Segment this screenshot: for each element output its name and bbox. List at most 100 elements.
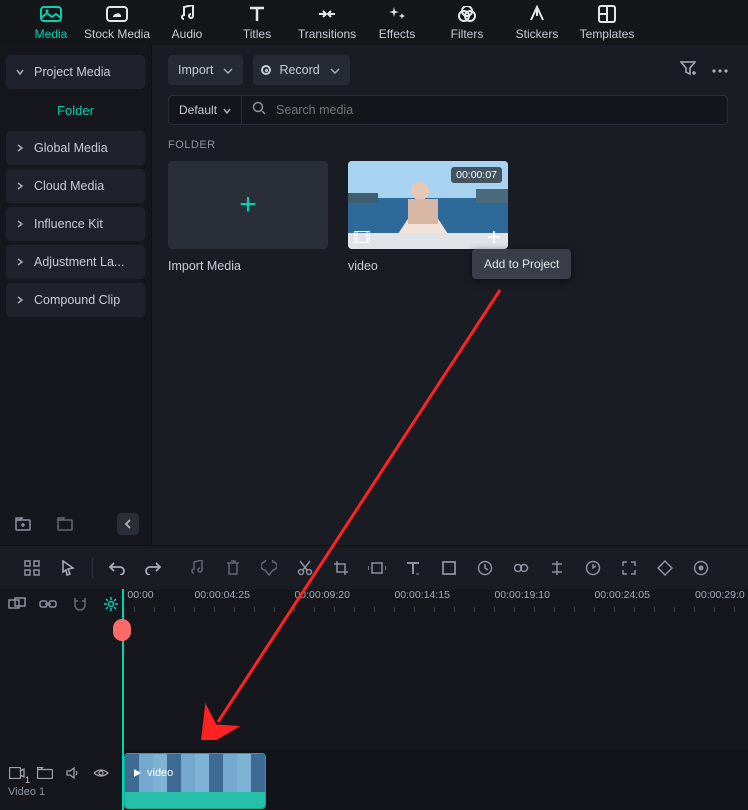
history-icon-button[interactable]: [467, 550, 503, 586]
nav-media[interactable]: Media: [20, 2, 82, 45]
sidebar-item-adjustment-layer[interactable]: Adjustment La...: [6, 245, 145, 279]
text-icon: [248, 5, 266, 23]
snap-icon-button[interactable]: [14, 550, 50, 586]
sidebar-item-project-media[interactable]: Project Media: [6, 55, 145, 89]
tooltip-add-to-project: Add to Project: [472, 249, 571, 279]
collapse-sidebar-button[interactable]: [117, 513, 139, 535]
sidebar-item-label: Adjustment La...: [34, 255, 124, 269]
record-label: Record: [279, 63, 319, 77]
sidebar-item-global-media[interactable]: Global Media: [6, 131, 145, 165]
nav-transitions[interactable]: Transitions: [292, 2, 362, 45]
more-icon-button[interactable]: [712, 60, 728, 81]
ripple-icon-button[interactable]: [359, 550, 395, 586]
cut-icon-button[interactable]: [287, 550, 323, 586]
play-icon: [131, 767, 143, 779]
caret-right-icon: [16, 296, 24, 304]
layout-icon: [598, 5, 616, 23]
filter-icon-button[interactable]: [680, 60, 696, 81]
nav-transitions-label: Transitions: [298, 27, 356, 41]
ruler-tick: 00:00:09:20: [294, 589, 349, 601]
sidebar: Project Media Folder Global Media Cloud …: [0, 45, 152, 545]
nav-stickers[interactable]: Stickers: [502, 2, 572, 45]
import-button[interactable]: Import: [168, 55, 243, 85]
nav-stock-media[interactable]: Stock Media: [82, 2, 152, 45]
pointer-icon-button[interactable]: [50, 550, 86, 586]
timeline-head: 1 Video 1: [0, 589, 122, 810]
video-thumb[interactable]: 00:00:07: [348, 161, 508, 249]
timeline-ruler[interactable]: 00:00 00:00:04:25 00:00:09:20 00:00:14:1…: [122, 589, 748, 619]
plus-icon: +: [239, 188, 257, 222]
nav-templates-label: Templates: [580, 27, 635, 41]
sidebar-item-folder[interactable]: Folder: [6, 93, 145, 127]
chevron-down-icon: [223, 103, 231, 117]
caret-right-icon: [16, 258, 24, 266]
undo-icon-button[interactable]: [99, 550, 135, 586]
redo-icon-button[interactable]: [135, 550, 171, 586]
record-button[interactable]: Record: [253, 55, 349, 85]
media-icon: [40, 5, 62, 23]
link-icon-button[interactable]: [503, 550, 539, 586]
ruler-tick: 00:00:19:10: [494, 589, 549, 601]
nav-audio-label: Audio: [172, 27, 203, 41]
track-head-video-1: 1 Video 1: [0, 760, 122, 810]
add-to-project-button[interactable]: [484, 229, 504, 245]
eye-icon[interactable]: [92, 764, 110, 782]
ruler-tick: 00:00:14:15: [394, 589, 449, 601]
frame-icon-button[interactable]: [431, 550, 467, 586]
search-icon: [252, 101, 266, 120]
timeline-body[interactable]: 00:00 00:00:04:25 00:00:09:20 00:00:14:1…: [122, 589, 748, 810]
track-name-label: Video 1: [8, 786, 45, 798]
delete-icon-button[interactable]: [215, 550, 251, 586]
import-media-thumb[interactable]: +: [168, 161, 328, 249]
track-number-badge: 1: [25, 775, 30, 785]
music-marker-icon-button[interactable]: [179, 550, 215, 586]
timeline-toolbar: [0, 545, 748, 589]
nav-titles-label: Titles: [243, 27, 271, 41]
content-panel: Import Record Default FOLDER: [152, 45, 748, 545]
sidebar-item-influence-kit[interactable]: Influence Kit: [6, 207, 145, 241]
tl-track-overlap-icon[interactable]: [6, 592, 28, 616]
text-icon-button[interactable]: [395, 550, 431, 586]
folder-heading: FOLDER: [168, 139, 728, 151]
speed-icon-button[interactable]: [575, 550, 611, 586]
folder-icon-button[interactable]: [54, 513, 76, 535]
transitions-icon: [317, 5, 337, 23]
import-media-card[interactable]: + Import Media: [168, 161, 328, 273]
sidebar-item-label: Folder: [57, 103, 94, 118]
sidebar-item-cloud-media[interactable]: Cloud Media: [6, 169, 145, 203]
sidebar-item-label: Cloud Media: [34, 179, 104, 193]
camera-icon[interactable]: 1: [8, 764, 26, 782]
sidebar-item-compound-clip[interactable]: Compound Clip: [6, 283, 145, 317]
marker-icon-button[interactable]: [251, 550, 287, 586]
timeline[interactable]: 1 Video 1 00:00 00:00:04:25 00:00:09:20 …: [0, 589, 748, 810]
caret-right-icon: [16, 220, 24, 228]
crop-icon-button[interactable]: [323, 550, 359, 586]
record-tl-icon-button[interactable]: [683, 550, 719, 586]
nav-audio[interactable]: Audio: [152, 2, 222, 45]
top-nav: Media Stock Media Audio Titles Transitio…: [0, 0, 748, 45]
sort-dropdown[interactable]: Default: [168, 95, 241, 125]
nav-templates[interactable]: Templates: [572, 2, 642, 45]
pen-icon: [528, 5, 546, 23]
search-input[interactable]: [276, 103, 717, 117]
new-folder-icon-button[interactable]: [12, 513, 34, 535]
folder-track-icon[interactable]: [36, 764, 54, 782]
mute-icon[interactable]: [64, 764, 82, 782]
record-icon: [261, 65, 271, 75]
nav-effects[interactable]: Effects: [362, 2, 432, 45]
track-lane-video-1[interactable]: video: [122, 750, 748, 810]
nav-titles[interactable]: Titles: [222, 2, 292, 45]
expand-icon-button[interactable]: [611, 550, 647, 586]
nav-filters[interactable]: Filters: [432, 2, 502, 45]
sidebar-item-label: Project Media: [34, 65, 110, 79]
ruler-minor-ticks: [124, 607, 748, 617]
tl-magnet-icon[interactable]: [69, 592, 91, 616]
clip-video[interactable]: video: [124, 753, 266, 809]
tl-link-icon[interactable]: [38, 592, 60, 616]
tl-auto-icon[interactable]: [101, 592, 123, 616]
diamond-icon-button[interactable]: [647, 550, 683, 586]
duration-badge: 00:00:07: [451, 167, 502, 183]
nav-filters-label: Filters: [451, 27, 484, 41]
align-icon-button[interactable]: [539, 550, 575, 586]
playhead[interactable]: [122, 589, 124, 810]
